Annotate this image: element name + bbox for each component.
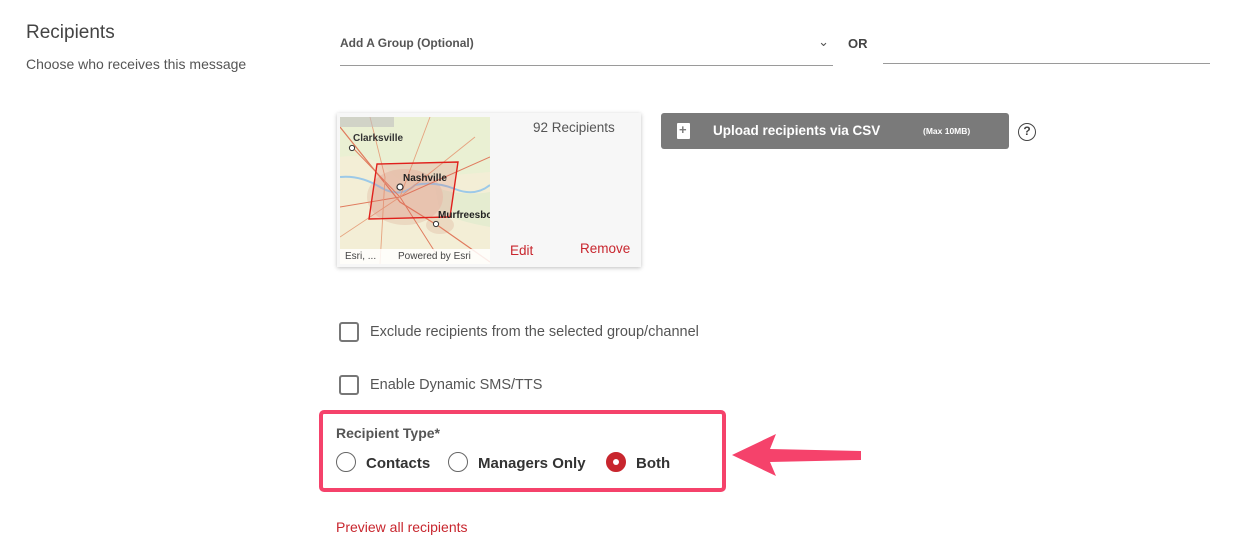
radio-both-label: Both [636,455,671,472]
upload-csv-label: Upload recipients via CSV [713,123,881,138]
radio-circle[interactable] [448,452,468,472]
radio-managers-only-label: Managers Only [478,455,586,472]
alternate-recipient-input[interactable] [883,30,1210,64]
map-selection-card: Clarksville Nashville Murfreesbo Esri, .… [337,113,641,267]
or-label: OR [848,36,868,51]
map-attribution-left: Esri, ... [345,251,377,262]
preview-recipients-link[interactable]: Preview all recipients [336,519,468,535]
exclude-recipients-label: Exclude recipients from the selected gro… [370,324,699,340]
radio-contacts-label: Contacts [366,455,431,472]
recipient-type-label: Recipient Type* [336,425,440,441]
map-attribution: Esri, ... Powered by Esri [340,249,490,264]
map-label-murfreesboro: Murfreesbo [438,210,490,221]
recipient-type-highlight [319,410,726,492]
file-plus-icon [677,122,690,139]
group-select[interactable]: Add A Group (Optional) ⌄ [340,30,833,66]
map-attribution-right: Powered by Esri [398,251,471,262]
map-thumbnail[interactable]: Clarksville Nashville Murfreesbo Esri, .… [340,117,490,264]
question-circle-icon[interactable]: ? [1018,123,1036,141]
map-label-clarksville: Clarksville [353,133,404,144]
radio-circle-selected[interactable] [606,452,626,472]
dynamic-sms-label: Enable Dynamic SMS/TTS [370,377,543,393]
upload-csv-button[interactable]: Upload recipients via CSV (Max 10MB) [661,113,1009,149]
radio-circle[interactable] [336,452,356,472]
recipient-count: 92 Recipients [533,120,615,135]
edit-link[interactable]: Edit [510,243,533,258]
group-select-placeholder: Add A Group (Optional) [340,36,474,50]
arrow-left-icon [732,434,861,476]
map-label-nashville: Nashville [403,173,447,184]
chevron-down-icon: ⌄ [818,34,829,49]
remove-link[interactable]: Remove [580,241,630,256]
section-title: Recipients [26,22,115,43]
section-subtitle: Choose who receives this message [26,56,247,72]
checkbox-box[interactable] [339,375,359,395]
upload-max-size: (Max 10MB) [923,126,971,136]
checkbox-box[interactable] [339,322,359,342]
